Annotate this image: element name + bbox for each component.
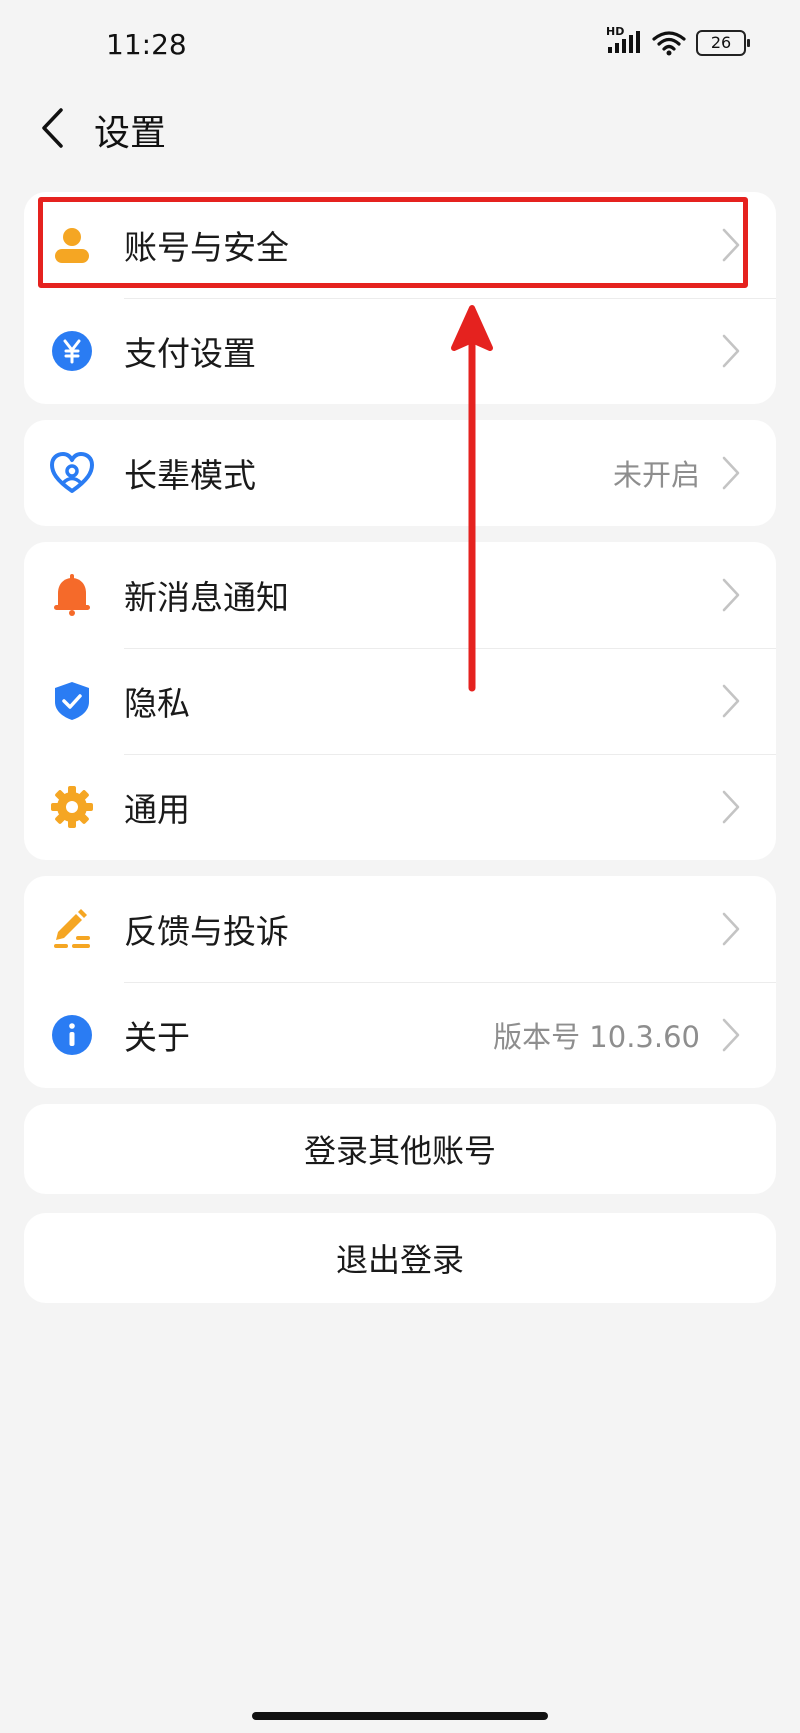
status-time: 11:28: [106, 28, 187, 61]
settings-card-account: 账号与安全 支付设置: [24, 192, 776, 404]
settings-item-notifications[interactable]: 新消息通知: [24, 542, 776, 648]
settings-item-label: 反馈与投诉: [124, 912, 289, 951]
status-icons: HD 26: [606, 25, 750, 56]
chevron-right-icon: [722, 334, 740, 368]
info-icon: [50, 1013, 94, 1057]
chevron-right-icon: [722, 456, 740, 490]
app-version: 版本号 10.3.60: [493, 1020, 700, 1054]
user-icon: [50, 223, 94, 267]
settings-card-elder: 长辈模式 未开启: [24, 420, 776, 526]
settings-item-label: 支付设置: [124, 334, 256, 373]
chevron-right-icon: [722, 684, 740, 718]
signal-icon: HD: [606, 25, 642, 55]
settings-item-payment[interactable]: 支付设置: [24, 298, 776, 404]
shield-icon: [50, 679, 94, 723]
settings-item-account-security[interactable]: 账号与安全: [24, 192, 776, 298]
status-bar: 11:28 HD 26: [0, 0, 800, 96]
title-bar: 设置: [0, 96, 800, 206]
wifi-icon: [652, 31, 686, 56]
logout-button[interactable]: 退出登录: [24, 1213, 776, 1303]
yuan-icon: [50, 329, 94, 373]
settings-card-about: 反馈与投诉 关于 版本号 10.3.60: [24, 876, 776, 1088]
settings-item-elder-mode[interactable]: 长辈模式 未开启: [24, 420, 776, 526]
settings-item-label: 关于: [124, 1018, 190, 1057]
settings-item-label: 新消息通知: [124, 578, 289, 617]
chevron-right-icon: [722, 1018, 740, 1052]
heart-icon: [50, 451, 94, 495]
settings-item-label: 隐私: [124, 684, 190, 723]
bell-icon: [50, 573, 94, 617]
battery-indicator: 26: [696, 30, 750, 56]
settings-card-general: 新消息通知 隐私 通用: [24, 542, 776, 860]
chevron-right-icon: [722, 790, 740, 824]
chevron-right-icon: [722, 228, 740, 262]
pencil-icon: [50, 907, 94, 951]
settings-item-label: 长辈模式: [124, 456, 256, 495]
settings-item-about[interactable]: 关于 版本号 10.3.60: [24, 982, 776, 1088]
chevron-right-icon: [722, 912, 740, 946]
page-title: 设置: [94, 113, 167, 154]
elder-mode-status: 未开启: [612, 458, 700, 492]
switch-account-button[interactable]: 登录其他账号: [24, 1104, 776, 1194]
back-button[interactable]: [30, 98, 74, 158]
settings-item-label: 账号与安全: [124, 228, 289, 267]
settings-item-general[interactable]: 通用: [24, 754, 776, 860]
home-indicator: [252, 1712, 548, 1720]
chevron-right-icon: [722, 578, 740, 612]
settings-item-privacy[interactable]: 隐私: [24, 648, 776, 754]
settings-item-feedback[interactable]: 反馈与投诉: [24, 876, 776, 982]
settings-item-label: 通用: [124, 790, 190, 829]
gear-icon: [50, 785, 94, 829]
back-arrow-icon: [42, 108, 63, 148]
